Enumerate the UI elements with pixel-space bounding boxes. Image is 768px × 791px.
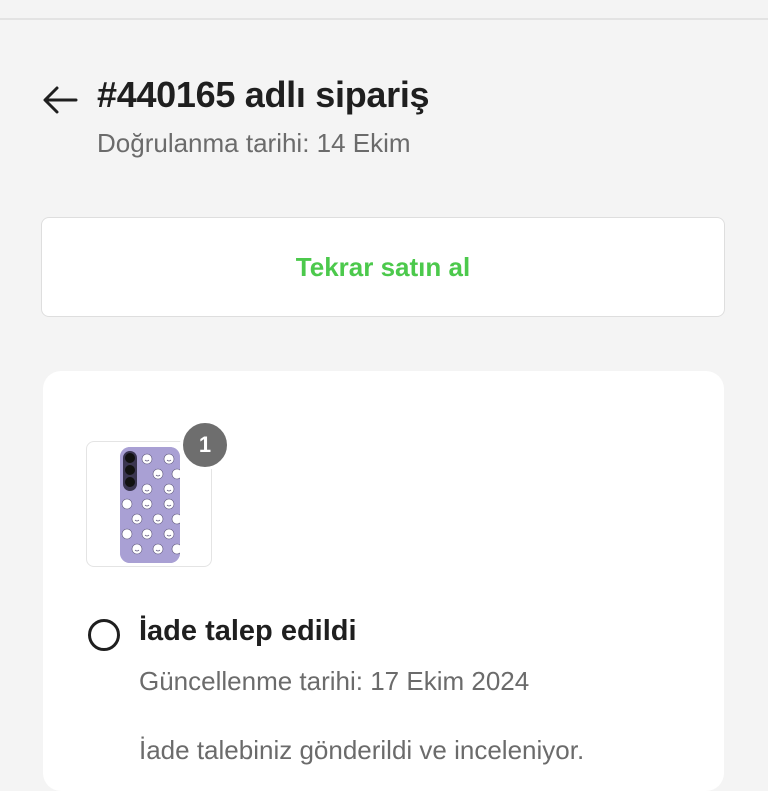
buy-again-button[interactable]: Tekrar satın al <box>41 217 725 317</box>
arrow-left-icon <box>43 86 78 114</box>
status-updated-date: Güncellenme tarihi: 17 Ekim 2024 <box>139 666 530 696</box>
page-title: #440165 adlı sipariş <box>97 74 430 115</box>
status-title: İade talep edildi <box>139 615 357 647</box>
status-description: İade talebiniz gönderildi ve inceleniyor… <box>139 735 585 765</box>
verification-date: Doğrulanma tarihi: 14 Ekim <box>97 128 411 158</box>
top-divider <box>0 18 768 20</box>
back-button[interactable] <box>40 80 80 120</box>
order-card: 1 İade talep edildi Güncellenme tarihi: … <box>43 371 724 791</box>
status-circle-icon <box>88 619 120 651</box>
quantity-badge: 1 <box>180 420 230 470</box>
phone-case-image <box>120 447 180 563</box>
